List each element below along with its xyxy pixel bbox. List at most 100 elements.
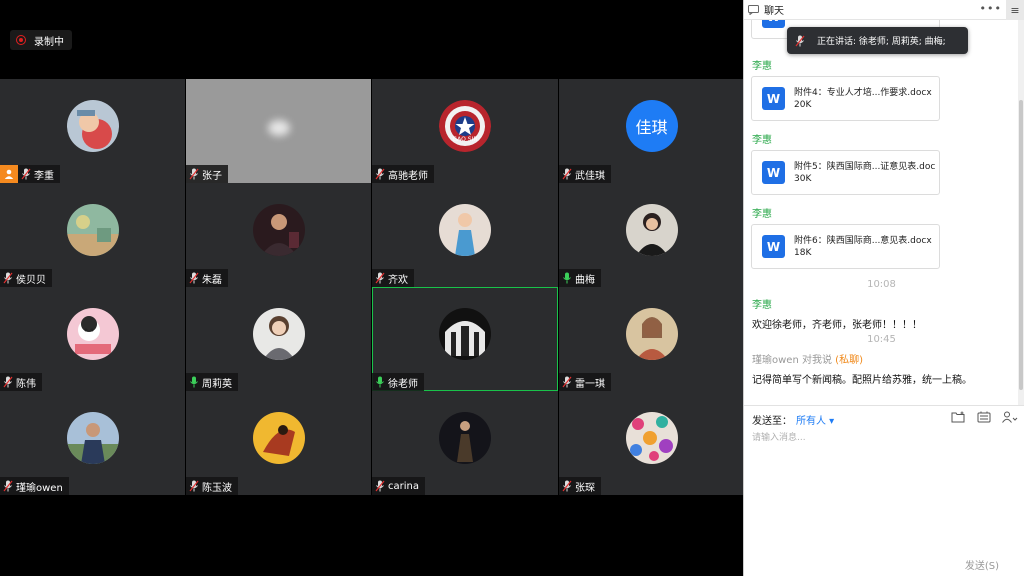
- mic-muted-icon: [3, 480, 13, 492]
- participant-tile[interactable]: 周莉英: [186, 287, 371, 391]
- avatar: [66, 203, 119, 256]
- file-size: 18K: [794, 248, 812, 258]
- mic-icon: [795, 35, 805, 46]
- participant-name: 雷一琪: [575, 378, 605, 390]
- avatar: [439, 203, 491, 256]
- participant-name: 陈玉波: [202, 482, 232, 494]
- message-sender: 李惠: [752, 135, 772, 146]
- participant-name-bar: 陈玉波: [186, 477, 238, 495]
- file-size: 20K: [794, 100, 812, 110]
- chat-tools: [949, 410, 1019, 424]
- participant-tile[interactable]: 雷一琪: [559, 287, 744, 391]
- avatar: [66, 99, 119, 152]
- menu-icon[interactable]: ≡: [1006, 0, 1024, 20]
- participant-name: 张子: [202, 170, 222, 182]
- file-card[interactable]: W 附件4：专业人才培...作要求.docx 20K: [751, 76, 940, 121]
- message-input[interactable]: [752, 430, 1014, 550]
- participant-name: 侯贝贝: [16, 274, 46, 286]
- message-meta: 瑾瑜owen 对我说 (私聊): [752, 351, 863, 366]
- message-sender: 李惠: [752, 61, 772, 72]
- word-doc-icon: W: [762, 161, 785, 184]
- message-timestamp: 10:45: [867, 334, 896, 345]
- speaking-indicator: 正在讲话: 徐老师; 周莉英; 曲梅;: [787, 27, 968, 54]
- participant-tile[interactable]: 陈伟: [0, 287, 185, 391]
- participant-name: 李重: [34, 170, 54, 182]
- chat-scrollbar[interactable]: [1018, 20, 1024, 405]
- avatar: [625, 203, 678, 256]
- scrollbar-thumb[interactable]: [1019, 100, 1023, 390]
- mic-muted-icon: [375, 480, 385, 492]
- avatar: [252, 307, 305, 360]
- send-button[interactable]: 发送(S): [965, 557, 999, 572]
- file-name: 附件4：专业人才培...作要求.docx: [794, 88, 932, 98]
- participant-tile[interactable]: 侯贝贝: [0, 183, 185, 287]
- participant-tile[interactable]: 朱磊: [186, 183, 371, 287]
- screenshot-icon[interactable]: [975, 410, 993, 424]
- participant-name-bar: 齐欢: [372, 269, 414, 287]
- participant-tile[interactable]: 佳琪 武佳琪: [559, 79, 744, 183]
- participant-tile[interactable]: carina: [372, 391, 558, 495]
- video-area: 录制中 李重 张子 GAO SIR 高驰老师 佳琪 武佳琪侯贝贝 朱磊 齐欢 曲梅陈伟 周莉英 徐老…: [0, 0, 744, 576]
- word-doc-icon: W: [762, 20, 785, 28]
- participant-name: 张琛: [575, 482, 595, 494]
- file-upload-icon[interactable]: [949, 410, 967, 424]
- participant-name: 曲梅: [575, 274, 595, 286]
- participant-tile[interactable]: 齐欢: [372, 183, 558, 287]
- participant-name: 朱磊: [202, 274, 222, 286]
- mic-muted-icon: [375, 168, 385, 180]
- mic-muted-icon: [375, 272, 385, 284]
- participant-name-bar: 陈伟: [0, 373, 42, 391]
- mic-muted-icon: [189, 168, 199, 180]
- user-select-icon[interactable]: [1001, 410, 1019, 424]
- message-list[interactable]: W 李惠 W 附件4：专业人才培...作要求.docx 20K 李惠 W 附件5…: [744, 20, 1019, 405]
- word-doc-icon: W: [762, 87, 785, 110]
- participant-name-bar: 周莉英: [186, 373, 238, 391]
- mic-on-icon: [376, 376, 384, 388]
- participant-name-bar: 张子: [186, 165, 228, 183]
- recording-label: 录制中: [34, 36, 64, 48]
- avatar: [252, 203, 305, 256]
- meta-to: 对我说: [801, 355, 832, 366]
- participant-name-bar: 瑾瑜owen: [0, 477, 69, 495]
- participant-name: 高驰老师: [388, 170, 428, 182]
- message-sender: 李惠: [752, 209, 772, 220]
- avatar: [66, 307, 119, 360]
- file-card[interactable]: W 附件5：陕西国际商...证意见表.doc 30K: [751, 150, 940, 195]
- participant-name-bar: 侯贝贝: [0, 269, 52, 287]
- more-options-icon[interactable]: •••: [980, 2, 1002, 15]
- mic-muted-icon: [562, 480, 572, 492]
- participant-tile[interactable]: 张琛: [559, 391, 744, 495]
- chat-input-area: 发送至： 所有人 ▾ 发送(S): [744, 405, 1024, 576]
- participant-name: carina: [388, 480, 419, 492]
- avatar: [439, 411, 491, 464]
- avatar: [66, 411, 119, 464]
- participant-name: 陈伟: [16, 378, 36, 390]
- participant-tile[interactable]: 陈玉波: [186, 391, 371, 495]
- message-timestamp: 10:08: [867, 279, 896, 290]
- participant-name: 瑾瑜owen: [16, 482, 63, 494]
- avatar: 佳琪: [625, 99, 678, 152]
- participant-tile[interactable]: 李重: [0, 79, 185, 183]
- participant-tile[interactable]: 徐老师: [372, 287, 558, 391]
- file-name: 附件6：陕西国际商...意见表.docx: [794, 236, 932, 246]
- file-name: 附件5：陕西国际商...证意见表.doc: [794, 162, 936, 172]
- chat-header: 聊天 ••• ≡: [744, 0, 1024, 20]
- word-doc-icon: W: [762, 235, 785, 258]
- speaking-text: 正在讲话: 徐老师; 周莉英; 曲梅;: [817, 37, 946, 47]
- participant-tile[interactable]: 瑾瑜owen: [0, 391, 185, 495]
- recipient-dropdown[interactable]: 所有人 ▾: [796, 412, 834, 427]
- recipient-value: 所有人: [796, 416, 826, 427]
- participant-tile[interactable]: GAO SIR 高驰老师: [372, 79, 558, 183]
- mic-muted-icon: [21, 168, 31, 180]
- avatar: [625, 307, 678, 360]
- participant-tile[interactable]: 曲梅: [559, 183, 744, 287]
- mic-muted-icon: [562, 168, 572, 180]
- meeting-app: 录制中 李重 张子 GAO SIR 高驰老师 佳琪 武佳琪侯贝贝 朱磊 齐欢 曲梅陈伟 周莉英 徐老…: [0, 0, 1024, 576]
- avatar: [252, 411, 305, 464]
- file-card[interactable]: W 附件6：陕西国际商...意见表.docx 18K: [751, 224, 940, 269]
- participant-name: 徐老师: [388, 378, 418, 390]
- file-size: 30K: [794, 174, 812, 184]
- mic-muted-icon: [562, 376, 572, 388]
- mic-muted-icon: [189, 480, 199, 492]
- participant-tile[interactable]: 张子: [186, 79, 371, 183]
